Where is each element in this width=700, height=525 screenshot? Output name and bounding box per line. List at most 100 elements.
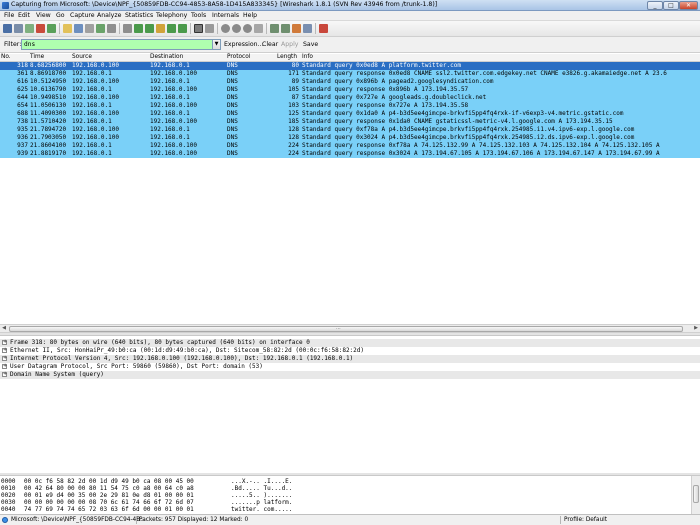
normal-size-icon[interactable]: [243, 24, 252, 33]
save-filter-button[interactable]: Save: [303, 41, 318, 48]
ascii-bytes[interactable]: twitter. com.....: [231, 506, 292, 513]
menu-file[interactable]: File: [4, 12, 14, 19]
packet-row[interactable]: 361 8.86918700 192.168.0.1 192.168.0.100 DNS…: [0, 70, 700, 78]
packet-row[interactable]: 939 21.8819170 192.168.0.1 192.168.0.100 DNS…: [0, 150, 700, 158]
go-back-icon[interactable]: [134, 24, 143, 33]
menu-analyze[interactable]: Analyze: [97, 12, 121, 19]
expand-icon[interactable]: +: [2, 372, 7, 377]
scrollbar-thumb[interactable]: [693, 485, 699, 503]
menu-internals[interactable]: Internals: [212, 12, 239, 19]
go-last-icon[interactable]: [178, 24, 187, 33]
menu-statistics[interactable]: Statistics: [125, 12, 153, 19]
capture-status-icon[interactable]: [2, 517, 8, 523]
expand-icon[interactable]: +: [2, 356, 7, 361]
find-packet-icon[interactable]: [123, 24, 132, 33]
open-file-icon[interactable]: [63, 24, 72, 33]
detail-tree-item[interactable]: + Domain Name System (query): [0, 371, 700, 379]
column-header-protocol[interactable]: Protocol: [227, 54, 250, 60]
pane-splitter[interactable]: [0, 333, 700, 336]
column-header-no[interactable]: No.: [1, 54, 11, 60]
hex-bytes[interactable]: 00 01 e9 d4 00 35 00 2e 29 81 0e d8 01 0…: [24, 492, 194, 499]
capture-filters-icon[interactable]: [270, 24, 279, 33]
menu-view[interactable]: View: [36, 12, 51, 19]
hex-offset[interactable]: 0010: [1, 485, 15, 492]
expression-button[interactable]: Expression...: [224, 41, 264, 48]
hex-offset[interactable]: 0030: [1, 499, 15, 506]
zoom-in-icon[interactable]: [221, 24, 230, 33]
packet-row[interactable]: 318 8.68256800 192.168.0.100 192.168.0.1 DNS…: [0, 62, 700, 70]
menu-go[interactable]: Go: [56, 12, 65, 19]
detail-tree-item[interactable]: + Ethernet II, Src: HonHaiPr_49:b0:ca (00…: [0, 347, 700, 355]
ascii-bytes[interactable]: .Bd..... Tu...d..: [231, 485, 292, 492]
packet-row[interactable]: 654 11.0506130 192.168.0.1 192.168.0.100 DNS…: [0, 102, 700, 110]
hex-offset[interactable]: 0020: [1, 492, 15, 499]
menu-edit[interactable]: Edit: [18, 12, 30, 19]
capture-options-icon[interactable]: [14, 24, 23, 33]
column-header-time[interactable]: Time: [30, 54, 44, 60]
hex-bytes[interactable]: 00 0c f6 58 82 2d 00 1d d9 49 b0 ca 08 0…: [24, 478, 194, 485]
print-icon[interactable]: [107, 24, 116, 33]
minimize-button[interactable]: _: [647, 1, 663, 10]
detail-tree-item[interactable]: + Frame 318: 80 bytes on wire (640 bits),…: [0, 339, 700, 347]
menu-telephony[interactable]: Telephony: [156, 12, 187, 19]
close-file-icon[interactable]: [85, 24, 94, 33]
menu-help[interactable]: Help: [243, 12, 257, 19]
go-forward-icon[interactable]: [145, 24, 154, 33]
packet-list-scrollbar[interactable]: ◀ ⋯ ▶: [0, 324, 700, 333]
apply-button[interactable]: Apply: [281, 41, 298, 48]
packet-list[interactable]: 318 8.68256800 192.168.0.100 192.168.0.1 DNS…: [0, 62, 700, 324]
auto-scroll-icon[interactable]: [205, 24, 214, 33]
column-header-info[interactable]: Info: [302, 54, 313, 60]
help-icon[interactable]: [319, 24, 328, 33]
packet-row[interactable]: 936 21.7903050 192.168.0.100 192.168.0.1 DNS…: [0, 134, 700, 142]
menu-capture[interactable]: Capture: [70, 12, 95, 19]
column-header-destination[interactable]: Destination: [150, 54, 183, 60]
expand-icon[interactable]: +: [2, 348, 7, 353]
resize-columns-icon[interactable]: [254, 24, 263, 33]
expand-icon[interactable]: +: [2, 364, 7, 369]
filter-dropdown-chevron-icon[interactable]: ▼: [212, 39, 221, 50]
ascii-bytes[interactable]: ...X.-.. .I....E.: [231, 478, 292, 485]
go-first-icon[interactable]: [167, 24, 176, 33]
detail-tree-item[interactable]: + User Datagram Protocol, Src Port: 59860…: [0, 363, 700, 371]
packet-row[interactable]: 738 11.5710420 192.168.0.1 192.168.0.100 DNS…: [0, 118, 700, 126]
clear-button[interactable]: Clear: [262, 41, 278, 48]
expand-icon[interactable]: +: [2, 340, 7, 345]
hex-offset[interactable]: 0000: [1, 478, 15, 485]
packet-row[interactable]: 625 10.6136790 192.168.0.1 192.168.0.100 DNS…: [0, 86, 700, 94]
zoom-out-icon[interactable]: [232, 24, 241, 33]
hex-bytes[interactable]: 00 00 00 00 00 00 08 70 6c 61 74 66 6f 7…: [24, 499, 194, 506]
preferences-icon[interactable]: [303, 24, 312, 33]
packet-bytes-pane[interactable]: 0000 00 0c f6 58 82 2d 00 1d d9 49 b0 ca …: [0, 476, 700, 514]
menu-tools[interactable]: Tools: [191, 12, 206, 19]
close-button[interactable]: ✕: [679, 1, 698, 10]
stop-capture-icon[interactable]: [36, 24, 45, 33]
save-file-icon[interactable]: [74, 24, 83, 33]
go-to-packet-icon[interactable]: [156, 24, 165, 33]
hex-offset[interactable]: 0040: [1, 506, 15, 513]
column-header-source[interactable]: Source: [72, 54, 92, 60]
interface-list-icon[interactable]: [3, 24, 12, 33]
start-capture-icon[interactable]: [25, 24, 34, 33]
scrollbar-thumb[interactable]: [9, 326, 683, 332]
detail-tree-item[interactable]: + Internet Protocol Version 4, Src: 192.1…: [0, 355, 700, 363]
scroll-right-icon[interactable]: ▶: [692, 325, 700, 332]
packet-details-tree[interactable]: + Frame 318: 80 bytes on wire (640 bits),…: [0, 337, 700, 473]
ascii-bytes[interactable]: .......p latform.: [231, 499, 292, 506]
hex-bytes[interactable]: 74 77 69 74 74 65 72 03 63 6f 6d 00 00 0…: [24, 506, 194, 513]
bytes-scrollbar[interactable]: [691, 476, 700, 514]
display-filters-icon[interactable]: [281, 24, 290, 33]
scroll-left-icon[interactable]: ◀: [0, 325, 8, 332]
column-header-length[interactable]: Length: [277, 54, 297, 60]
display-filter-input[interactable]: dns: [21, 39, 215, 50]
packet-row[interactable]: 935 21.7894720 192.168.0.100 192.168.0.1 DNS…: [0, 126, 700, 134]
packet-row[interactable]: 688 11.4090300 192.168.0.100 192.168.0.1 DNS…: [0, 110, 700, 118]
packet-row[interactable]: 616 10.5124950 192.168.0.100 192.168.0.1 DNS…: [0, 78, 700, 86]
ascii-bytes[interactable]: .....5.. ).......: [231, 492, 292, 499]
colorize-icon[interactable]: [194, 24, 203, 33]
packet-row[interactable]: 644 10.9498510 192.168.0.100 192.168.0.1 DNS…: [0, 94, 700, 102]
packet-row[interactable]: 937 21.8604100 192.168.0.1 192.168.0.100 DNS…: [0, 142, 700, 150]
hex-bytes[interactable]: 00 42 64 80 00 00 80 11 54 75 c0 a8 00 6…: [24, 485, 194, 492]
status-profile[interactable]: Profile: Default: [564, 517, 607, 523]
maximize-button[interactable]: □: [663, 1, 679, 10]
